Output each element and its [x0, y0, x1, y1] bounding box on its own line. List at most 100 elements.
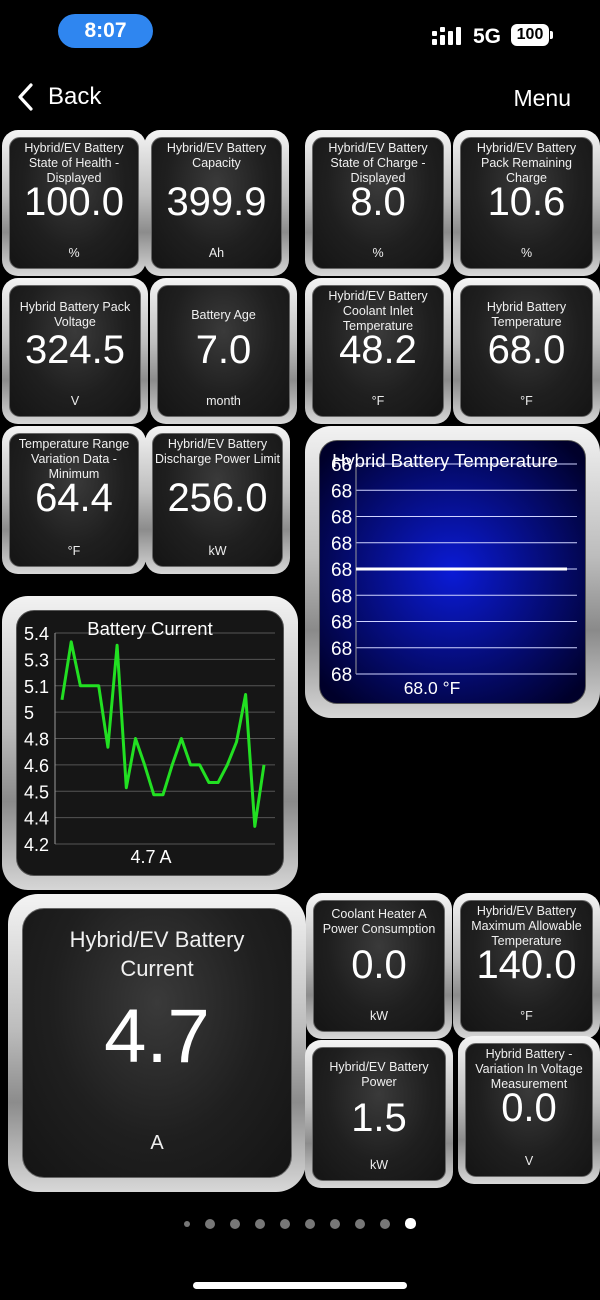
- gauge-temperature-range-minimum[interactable]: Temperature Range Variation Data - Minim…: [2, 426, 146, 574]
- gauge-face: Hybrid/EV Battery Current 4.7 A: [22, 908, 292, 1178]
- gauge-battery-temperature[interactable]: Hybrid Battery Temperature 68.0 °F: [453, 278, 600, 424]
- gauge-coolant-heater-power[interactable]: Coolant Heater A Power Consumption 0.0 k…: [306, 893, 452, 1039]
- chart-title: Battery Current: [87, 618, 212, 639]
- gauge-value: 100.0: [23, 180, 125, 224]
- home-indicator[interactable]: [193, 1282, 407, 1289]
- gauge-maximum-allowable-temperature[interactable]: Hybrid/EV Battery Maximum Allowable Temp…: [453, 893, 600, 1039]
- gauge-label: Hybrid/EV Battery Power: [329, 1060, 429, 1089]
- gauge-state-of-health[interactable]: Hybrid/EV Battery State of Health - Disp…: [2, 130, 146, 276]
- gauge-unit: %: [372, 246, 384, 260]
- network-type: 5G: [473, 25, 502, 48]
- gauge-face: Hybrid/EV Battery Discharge Power Limit …: [152, 433, 283, 567]
- gauge-unit: month: [206, 394, 241, 408]
- chevron-left-icon: [18, 83, 33, 111]
- y-tick-label: 68: [331, 481, 352, 502]
- gauge-unit: °F: [520, 394, 533, 408]
- gauge-label: Hybrid/EV Battery Discharge Power Limit: [154, 437, 281, 466]
- gauge-value: 1.5: [351, 1096, 407, 1140]
- gauge-unit: °F: [67, 544, 81, 558]
- chart-readout: 68.0 °F: [404, 678, 461, 698]
- gauge-face: Hybrid/EV Battery Pack Remaining Charge …: [460, 137, 593, 269]
- y-tick-label: 5.1: [24, 677, 49, 697]
- y-tick-label: 68: [331, 665, 352, 686]
- gauge-unit: %: [68, 246, 80, 260]
- y-tick-label: 5.4: [24, 624, 49, 644]
- battery-level: 100: [516, 26, 544, 43]
- gauge-battery-age[interactable]: Battery Age 7.0 month: [150, 278, 297, 424]
- gauge-unit: Ah: [208, 246, 225, 260]
- chart-readout: 4.7 A: [130, 847, 171, 867]
- page-dot[interactable]: [184, 1220, 190, 1227]
- battery-icon: 100: [511, 24, 553, 46]
- gauge-value: 0.0: [351, 943, 407, 987]
- y-tick-label: 68: [331, 534, 352, 555]
- chart-face: 68 68 68 68 68 68 68 68 68 Hybrid Battery Tempera…: [319, 440, 586, 704]
- gauge-label: Battery Age: [191, 308, 256, 322]
- gauge-face: Temperature Range Variation Data - Minim…: [9, 433, 139, 567]
- gauge-unit: V: [524, 1154, 534, 1168]
- gauge-variation-in-voltage[interactable]: Hybrid Battery - Variation In Voltage Me…: [458, 1036, 600, 1184]
- gauge-value: 324.5: [24, 328, 126, 372]
- gauge-value: 256.0: [167, 476, 268, 520]
- y-tick-label: 4.6: [24, 756, 49, 776]
- chart-title: Hybrid Battery Temperature: [332, 450, 558, 471]
- y-tick-label: 5: [24, 703, 34, 723]
- gauge-label: Coolant Heater A Power Consumption: [322, 907, 436, 936]
- gauge-state-of-charge[interactable]: Hybrid/EV Battery State of Charge - Disp…: [305, 130, 451, 276]
- gauge-discharge-power-limit[interactable]: Hybrid/EV Battery Discharge Power Limit …: [145, 426, 290, 574]
- page-dot[interactable]: [355, 1218, 365, 1229]
- status-time-text: 8:07: [84, 19, 127, 42]
- page-dot[interactable]: [280, 1218, 290, 1229]
- y-tick-label: 4.4: [24, 809, 49, 829]
- y-tick-label: 68: [331, 639, 352, 660]
- current-chart-svg: 5.4 5.3 5.1 5 4.8 4.6 4.5 4.4 4.2 Battery Current…: [24, 618, 275, 867]
- gauge-unit: A: [150, 1132, 164, 1154]
- y-tick-label: 68: [331, 560, 352, 581]
- chart-face: 5.4 5.3 5.1 5 4.8 4.6 4.5 4.4 4.2 Battery Current…: [16, 610, 284, 876]
- y-tick-label: 4.2: [24, 835, 49, 855]
- gauge-pack-remaining-charge[interactable]: Hybrid/EV Battery Pack Remaining Charge …: [453, 130, 600, 276]
- gauge-unit: %: [520, 246, 533, 260]
- gauge-unit: kW: [208, 544, 227, 558]
- chart-battery-current[interactable]: 5.4 5.3 5.1 5 4.8 4.6 4.5 4.4 4.2 Battery Current…: [2, 596, 298, 890]
- gauge-face: Coolant Heater A Power Consumption 0.0 k…: [313, 900, 445, 1032]
- gauge-coolant-inlet-temperature[interactable]: Hybrid/EV Battery Coolant Inlet Temperat…: [305, 278, 451, 424]
- gauge-face: Hybrid Battery Pack Voltage 324.5 V: [9, 285, 141, 417]
- gauge-capacity[interactable]: Hybrid/EV Battery Capacity 399.9 Ah: [144, 130, 289, 276]
- page-dot[interactable]: [305, 1218, 315, 1229]
- back-button[interactable]: Back: [16, 82, 101, 112]
- gauge-value: 8.0: [350, 180, 406, 224]
- page-dot[interactable]: [230, 1218, 240, 1229]
- gauge-label: Hybrid/EV Battery Current: [69, 927, 245, 981]
- y-tick-label: 68: [331, 586, 352, 607]
- gauge-pack-voltage[interactable]: Hybrid Battery Pack Voltage 324.5 V: [2, 278, 148, 424]
- y-tick-label: 68: [331, 613, 352, 634]
- gauge-unit: kW: [369, 1009, 389, 1023]
- gauge-face: Hybrid Battery Temperature 68.0 °F: [460, 285, 593, 417]
- gauge-value: 0.0: [501, 1086, 557, 1130]
- page-indicator[interactable]: [0, 1218, 600, 1229]
- series-line: [60, 640, 266, 828]
- back-label: Back: [48, 83, 102, 110]
- menu-button[interactable]: Menu: [513, 85, 571, 112]
- gauge-unit: °F: [371, 394, 385, 408]
- page-dot[interactable]: [405, 1218, 416, 1229]
- chart-hybrid-battery-temperature[interactable]: 68 68 68 68 68 68 68 68 68 Hybrid Battery Tempera…: [305, 426, 600, 718]
- gauge-value: 64.4: [35, 476, 113, 520]
- gauge-face: Hybrid/EV Battery State of Charge - Disp…: [312, 137, 444, 269]
- gauge-value: 68.0: [487, 328, 566, 372]
- y-tick-label: 5.3: [24, 650, 49, 670]
- gauge-unit: V: [70, 394, 80, 408]
- page-dot[interactable]: [255, 1218, 265, 1229]
- page-dot[interactable]: [330, 1218, 340, 1229]
- gauge-battery-power[interactable]: Hybrid/EV Battery Power 1.5 kW: [305, 1040, 453, 1188]
- page-dot[interactable]: [380, 1218, 390, 1229]
- page-dot[interactable]: [205, 1218, 215, 1229]
- gauge-battery-current-large[interactable]: Hybrid/EV Battery Current 4.7 A: [8, 894, 306, 1192]
- gauge-label: Hybrid Battery Pack Voltage: [19, 300, 131, 329]
- gauge-label: Hybrid/EV Battery Capacity: [166, 141, 267, 170]
- chart-background: [320, 441, 585, 703]
- gauge-face: Hybrid/EV Battery State of Health - Disp…: [9, 137, 139, 269]
- y-tick-label: 4.8: [24, 730, 49, 750]
- gauge-unit: °F: [520, 1009, 533, 1023]
